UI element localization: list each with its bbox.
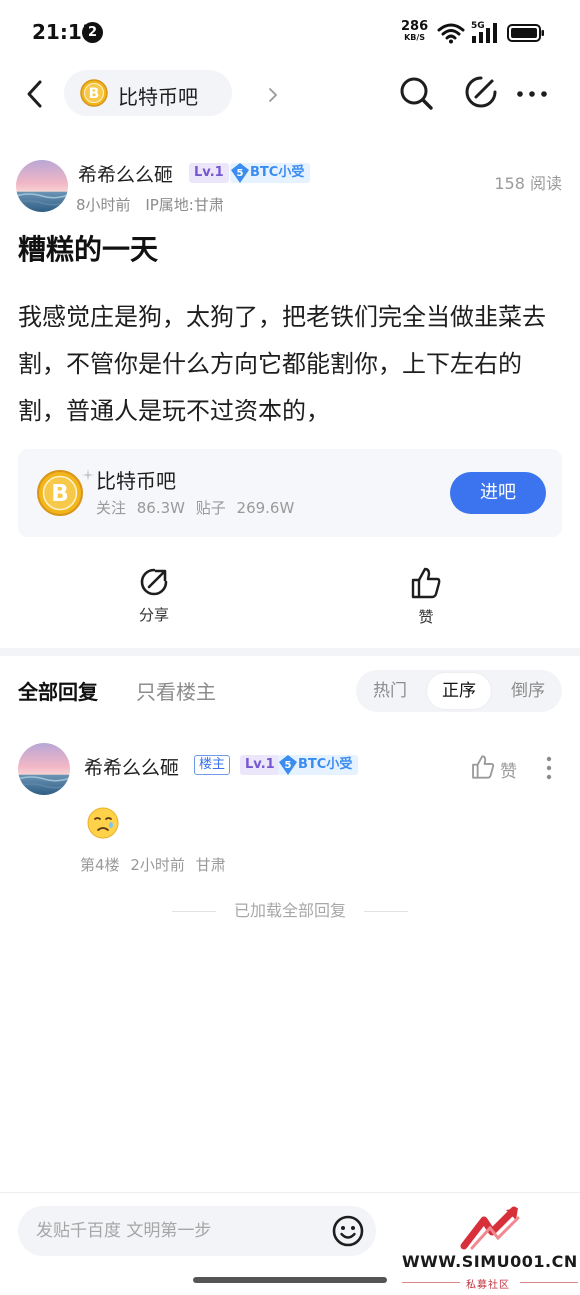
diamond-level-icon: 5	[279, 755, 297, 775]
like-button[interactable]: 赞	[376, 566, 476, 627]
enter-forum-button[interactable]: 进吧	[450, 472, 546, 514]
reply-time: 2小时前	[130, 856, 185, 874]
network-speed-value: 286	[401, 19, 429, 34]
post-time: 8小时前	[76, 196, 131, 214]
search-icon[interactable]	[398, 75, 434, 111]
share-button[interactable]: 分享	[104, 566, 204, 625]
community-title-badge: 5 BTC小受	[278, 755, 359, 775]
level-badge: Lv.1	[189, 163, 229, 183]
post-title: 糟糕的一天	[18, 233, 159, 266]
reply-emoji-content	[87, 807, 119, 839]
sort-hot[interactable]: 热门	[358, 670, 422, 712]
sparkle-icon	[82, 469, 94, 481]
bitcoin-coin-icon: B	[37, 470, 83, 516]
reply-item: 希希么么砸 楼主 Lv.1 5 BTC小受 赞 第4楼 2小时前 甘肃	[0, 738, 580, 878]
back-arrow-icon[interactable]	[22, 78, 48, 110]
reply-filter-bar: 全部回复 只看楼主 热门 正序 倒序	[0, 668, 580, 716]
like-label: 赞	[418, 608, 434, 626]
forum-name-pill[interactable]: B 比特币吧	[64, 70, 278, 116]
watermark-site: WWW.SIMU001.CN	[402, 1252, 578, 1271]
thumbs-up-icon	[411, 567, 441, 599]
post-body-text: 我感觉庄是狗，太狗了，把老铁们完全当做韭菜去割，不管你是什么方向它都能割你，上下…	[18, 303, 546, 425]
wifi-icon	[437, 23, 465, 44]
chevron-right-icon	[269, 88, 278, 102]
sort-ascending[interactable]: 正序	[427, 673, 491, 709]
watermark-rule-right	[520, 1282, 578, 1283]
reply-meta: 第4楼 2小时前 甘肃	[80, 854, 226, 875]
level-badge: Lv.1	[240, 755, 280, 775]
reply-location: 甘肃	[195, 856, 226, 874]
top-nav-bar: B 比特币吧	[0, 66, 580, 122]
reply-more-options-icon[interactable]	[546, 756, 552, 780]
avatar-image	[18, 743, 70, 795]
watermark-label: 私募社区	[466, 1280, 510, 1291]
sort-descending[interactable]: 倒序	[496, 670, 560, 712]
all-replies-loaded-note: 已加载全部回复	[0, 898, 580, 924]
watermark: WWW.SIMU001.CN 私募社区	[400, 1200, 580, 1295]
post-meta: 8小时前 IP属地:甘肃	[76, 194, 224, 215]
community-title-badge: 5 BTC小受	[230, 163, 311, 183]
tab-all-replies[interactable]: 全部回复	[18, 676, 98, 705]
author-avatar[interactable]	[16, 160, 68, 212]
avatar-image	[16, 160, 68, 212]
share-label: 分享	[138, 606, 169, 624]
community-title-text: BTC小受	[298, 757, 353, 772]
reply-author-name[interactable]: 希希么么砸	[84, 753, 179, 780]
op-host-badge: 楼主	[194, 755, 231, 775]
network-speed: 286 KB/S	[401, 20, 428, 42]
edit-post-icon[interactable]	[464, 75, 498, 109]
svg-text:B: B	[51, 481, 69, 507]
battery-icon	[507, 24, 544, 42]
signal-5g-icon: 5G	[471, 21, 497, 43]
svg-text:B: B	[89, 86, 100, 102]
post-ip-location: IP属地:甘肃	[145, 196, 224, 214]
bitcoin-coin-icon: B	[80, 79, 108, 107]
emoji-picker-icon[interactable]	[332, 1215, 364, 1247]
divider-line-right	[364, 911, 408, 912]
post-author-header: 希希么么砸 Lv.1 5 BTC小受 158 阅读 8小时前 IP属地:甘肃	[0, 150, 580, 220]
section-divider	[0, 648, 580, 656]
watermark-rule-left	[402, 1282, 460, 1283]
reply-like-button[interactable]: 赞	[470, 754, 517, 784]
reply-like-label: 赞	[500, 762, 517, 782]
sort-toggle: 热门 正序 倒序	[356, 670, 562, 712]
status-bar: 21:11 2 286 KB/S 5G	[0, 0, 580, 66]
home-indicator[interactable]	[193, 1277, 387, 1283]
tab-op-only[interactable]: 只看楼主	[136, 676, 216, 705]
forum-card-name: 比特币吧	[96, 469, 176, 493]
svg-text:5: 5	[285, 760, 292, 771]
post-author-name[interactable]: 希希么么砸	[78, 160, 173, 187]
reply-floor: 第4楼	[80, 856, 120, 874]
divider-line-left	[172, 911, 216, 912]
thumbs-up-icon	[472, 755, 495, 779]
community-title-text: BTC小受	[250, 165, 305, 180]
more-options-icon[interactable]	[516, 90, 548, 98]
share-icon	[140, 568, 168, 596]
forum-name: 比特币吧	[118, 85, 198, 109]
loaded-note-text: 已加载全部回复	[233, 901, 346, 920]
forum-card-stats: 关注 86.3W 贴子 269.6W	[96, 499, 295, 517]
network-type: 5G	[471, 21, 485, 31]
notification-count-badge: 2	[82, 22, 103, 43]
forum-card[interactable]: B 比特币吧 关注 86.3W 贴子 269.6W 进吧	[18, 449, 562, 537]
post-action-row: 分享 赞	[0, 560, 580, 640]
svg-text:5: 5	[237, 168, 244, 179]
comment-input[interactable]	[18, 1206, 376, 1256]
network-speed-unit: KB/S	[404, 33, 426, 42]
watermark-logo-icon	[460, 1206, 520, 1250]
diamond-level-icon: 5	[231, 163, 249, 183]
reply-author-avatar[interactable]	[18, 743, 70, 795]
read-count: 158 阅读	[494, 174, 562, 193]
